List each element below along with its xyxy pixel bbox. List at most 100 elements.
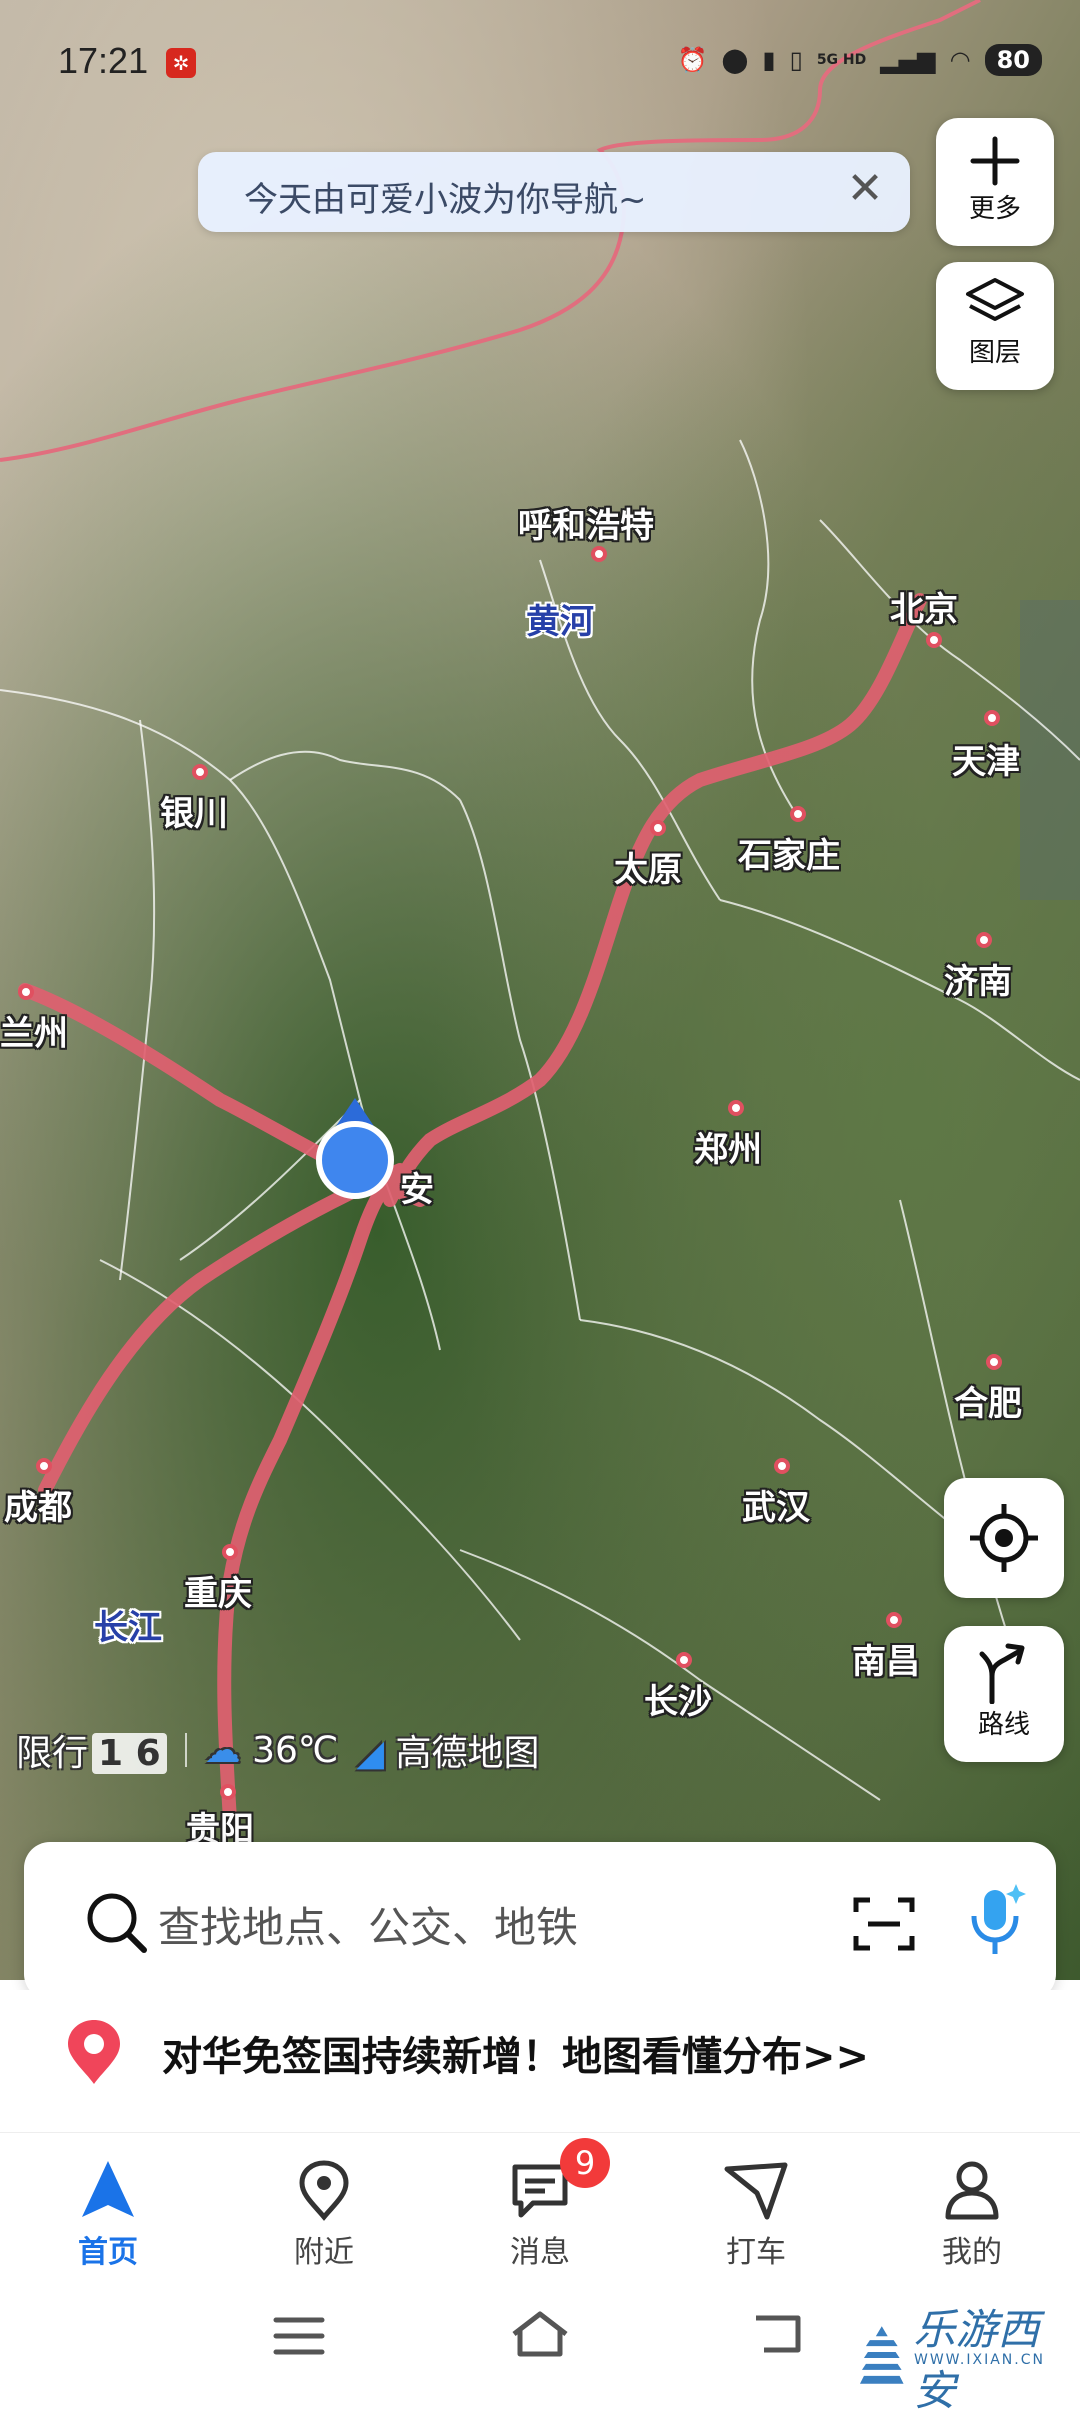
layers-button[interactable]: 图层: [936, 262, 1054, 390]
city-dot: [36, 1458, 52, 1474]
city-dot: [986, 1354, 1002, 1370]
more-button[interactable]: 更多: [936, 118, 1054, 246]
status-time: 17:21: [58, 40, 149, 81]
city-label[interactable]: 合肥: [954, 1376, 1022, 1425]
locate-button[interactable]: [944, 1478, 1064, 1598]
network-label: 5G HD: [816, 52, 867, 68]
map-canvas[interactable]: [0, 0, 1080, 1980]
city-dot: [774, 1458, 790, 1474]
wifi-icon: ◠: [949, 46, 971, 74]
route-button[interactable]: 路线: [944, 1626, 1064, 1762]
temperature: 36℃: [252, 1729, 339, 1771]
voice-mic-icon[interactable]: [964, 1880, 1028, 1964]
app-notification-icon: ✲: [166, 48, 196, 78]
map-view[interactable]: 呼和浩特 北京 天津 银川 太原 石家庄 兰州 济南 郑州 安 合肥 成都 武汉…: [0, 0, 1080, 1980]
tab-label: 首页: [78, 2235, 138, 2270]
city-dot: [220, 1784, 236, 1800]
back-icon[interactable]: [752, 2310, 806, 2358]
city-label[interactable]: 银川: [160, 786, 228, 835]
layers-label: 图层: [968, 338, 1021, 368]
map-info-bar: 限行 1 6 ☁ 36℃ ◢ 高德地图: [16, 1724, 540, 1776]
navigator-voice-toast: 今天由可爱小波为你导航~ ✕: [198, 152, 910, 232]
city-dot: [984, 710, 1000, 726]
search-bar[interactable]: 查找地点、公交、地铁: [24, 1842, 1056, 2000]
status-bar: 17:21 ✲ ⏰ ⬤ ▮ ▯ 5G HD ▂▄▆ ◠ 80: [0, 0, 1080, 130]
messages-badge: 9: [560, 2138, 610, 2188]
promo-text[interactable]: 对华免签国持续新增！地图看懂分布>>: [162, 2024, 869, 2082]
watermark: 乐游西安 WWW.IXIAN.CN: [858, 2296, 1080, 2418]
traffic-restriction[interactable]: 限行 1 6: [16, 1724, 167, 1776]
city-label[interactable]: 安: [400, 1162, 434, 1211]
tab-taxi[interactable]: 打车: [648, 2133, 864, 2273]
battery-level: 80: [984, 44, 1042, 76]
city-label[interactable]: 济南: [944, 954, 1012, 1003]
city-label[interactable]: 武汉: [742, 1480, 810, 1529]
tab-profile[interactable]: 我的: [864, 2133, 1080, 2273]
city-label[interactable]: 呼和浩特: [518, 498, 654, 547]
city-label[interactable]: 兰州: [0, 1006, 68, 1055]
promo-banner[interactable]: 对华免签国持续新增！地图看懂分布>>: [0, 1990, 1080, 2110]
vibrate-icon: ▯: [789, 46, 803, 74]
search-icon: [87, 1893, 147, 1953]
more-label: 更多: [968, 194, 1021, 224]
tab-label: 打车: [726, 2235, 786, 2270]
layers-icon: [966, 278, 1024, 321]
toast-text: 今天由可爱小波为你导航~: [244, 180, 647, 220]
amap-logo-icon: ◢: [356, 1733, 385, 1774]
city-dot: [886, 1612, 902, 1628]
city-label[interactable]: 成都: [4, 1480, 72, 1529]
navigation-arrow-icon: [82, 2161, 134, 2217]
menu-icon[interactable]: [272, 2314, 326, 2358]
tab-label: 消息: [510, 2235, 570, 2270]
river-label: 黄河: [526, 602, 594, 642]
river-label: 长江: [94, 1608, 162, 1648]
city-dot: [790, 806, 806, 822]
city-label[interactable]: 长沙: [644, 1674, 712, 1723]
alarm-icon: ⏰: [677, 46, 708, 74]
tab-label: 我的: [942, 2235, 1002, 2270]
city-dot: [926, 632, 942, 648]
city-label[interactable]: 重庆: [184, 1566, 252, 1615]
search-placeholder[interactable]: 查找地点、公交、地铁: [158, 1894, 578, 1955]
taxi-icon: [724, 2162, 788, 2220]
city-dot: [18, 984, 34, 1000]
route-label: 路线: [977, 1710, 1030, 1740]
city-label[interactable]: 南昌: [852, 1634, 920, 1683]
brand-logo: ◢ 高德地图: [356, 1724, 539, 1776]
tab-label: 附近: [294, 2235, 354, 2270]
tab-home[interactable]: 首页: [0, 2133, 216, 2273]
divider: [184, 1733, 187, 1767]
cloud-icon: ☁: [204, 1729, 241, 1771]
locate-icon: [970, 1504, 1038, 1572]
location-icon: ⬤: [721, 46, 749, 74]
restriction-label: 限行: [16, 1733, 89, 1774]
city-dot: [192, 764, 208, 780]
city-dot: [222, 1544, 238, 1560]
city-dot: [976, 932, 992, 948]
city-label[interactable]: 北京: [890, 582, 958, 631]
tab-messages[interactable]: 消息: [432, 2133, 648, 2273]
signal-icon: ▂▄▆: [880, 46, 936, 74]
tab-nearby[interactable]: 附近: [216, 2133, 432, 2273]
home-icon[interactable]: [510, 2310, 570, 2358]
watermark-url: WWW.IXIAN.CN: [914, 2352, 1045, 2368]
city-label[interactable]: 石家庄: [738, 828, 840, 877]
city-dot: [650, 820, 666, 836]
city-label[interactable]: 太原: [614, 842, 682, 891]
city-dot: [728, 1100, 744, 1116]
city-label[interactable]: 郑州: [694, 1122, 762, 1171]
weather[interactable]: ☁ 36℃: [205, 1730, 339, 1771]
map-pin-icon: [299, 2160, 349, 2221]
user-icon: [945, 2161, 999, 2220]
route-fork-icon: [979, 1643, 1025, 1704]
restriction-numbers: 1 6: [92, 1733, 167, 1774]
location-pin-icon: [68, 2020, 120, 2084]
status-icons: ⏰ ⬤ ▮ ▯ 5G HD ▂▄▆ ◠ 80: [678, 44, 1042, 76]
close-icon[interactable]: ✕: [840, 164, 890, 214]
plus-icon: [970, 136, 1020, 186]
city-dot: [676, 1652, 692, 1668]
city-label[interactable]: 天津: [952, 734, 1020, 783]
city-dot: [591, 546, 607, 562]
pagoda-logo-icon: [859, 2326, 904, 2384]
scan-icon[interactable]: [852, 1894, 916, 1954]
